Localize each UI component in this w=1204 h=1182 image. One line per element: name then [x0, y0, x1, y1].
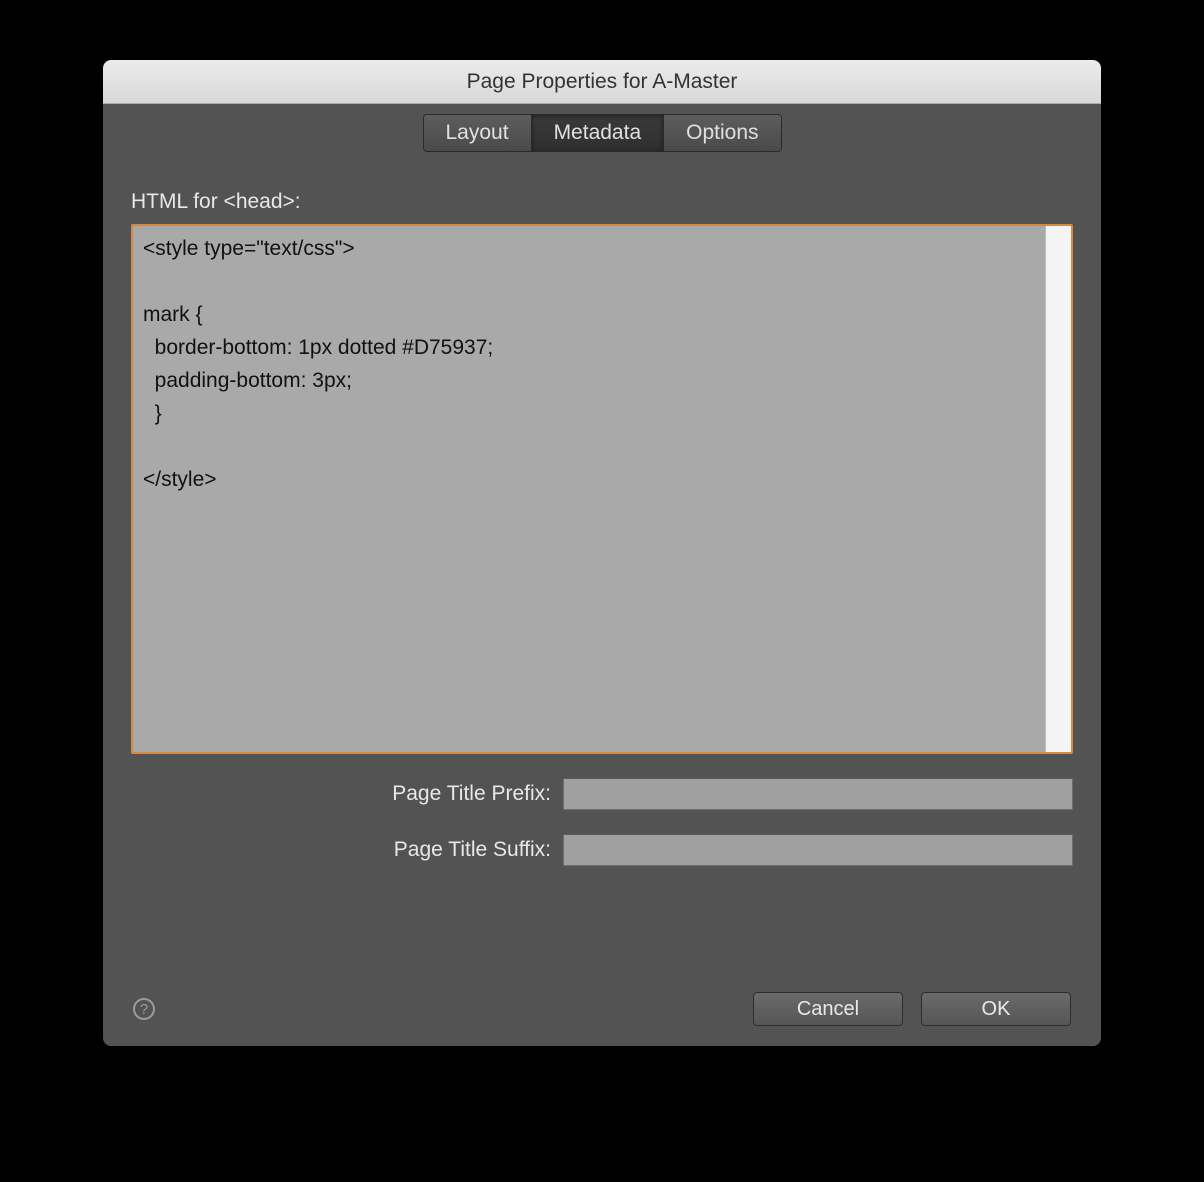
dialog-content: HTML for <head>: Page Title Prefix: Page… [103, 162, 1101, 1046]
titlebar: Page Properties for A-Master [103, 60, 1101, 104]
head-html-textarea[interactable] [143, 232, 1041, 746]
page-title-prefix-input[interactable] [563, 778, 1073, 810]
dialog-window: Page Properties for A-Master Layout Meta… [103, 60, 1101, 1046]
page-title-prefix-label: Page Title Prefix: [131, 782, 551, 806]
tab-metadata[interactable]: Metadata [532, 115, 665, 151]
tab-options[interactable]: Options [664, 115, 780, 151]
page-title-suffix-label: Page Title Suffix: [131, 838, 551, 862]
tab-bar: Layout Metadata Options [103, 104, 1101, 162]
help-icon[interactable]: ? [133, 998, 155, 1020]
head-html-field-wrapper [131, 224, 1073, 754]
textarea-scrollbar[interactable] [1045, 226, 1071, 752]
dialog-footer: ? Cancel OK [103, 972, 1101, 1046]
head-html-label: HTML for <head>: [131, 190, 1073, 214]
tab-layout[interactable]: Layout [424, 115, 532, 151]
tab-group: Layout Metadata Options [423, 114, 782, 152]
page-title-suffix-input[interactable] [563, 834, 1073, 866]
page-title-prefix-row: Page Title Prefix: [131, 778, 1073, 810]
ok-button[interactable]: OK [921, 992, 1071, 1026]
cancel-button[interactable]: Cancel [753, 992, 903, 1026]
page-title-suffix-row: Page Title Suffix: [131, 834, 1073, 866]
window-title: Page Properties for A-Master [467, 70, 738, 94]
